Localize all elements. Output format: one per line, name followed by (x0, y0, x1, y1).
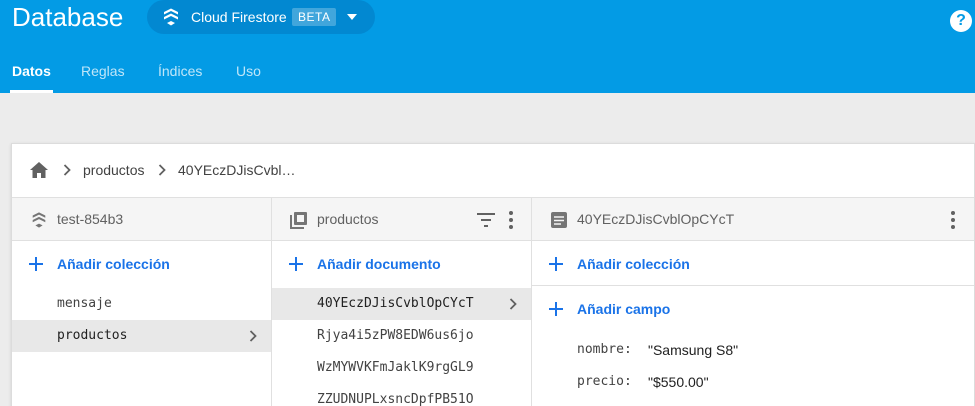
dropdown-arrow-icon[interactable] (347, 13, 357, 21)
add-collection-label: Añadir colección (577, 256, 690, 272)
add-field-label: Añadir campo (577, 301, 671, 317)
add-field-button[interactable]: Añadir campo (532, 287, 974, 331)
field-value: "$550.00" (648, 374, 709, 390)
more-vert-icon[interactable] (951, 211, 955, 229)
field-row-nombre[interactable]: nombre: "Samsung S8" (532, 334, 974, 366)
list-item-document[interactable]: ZZUDNUPLxsncDpfPB51O (272, 384, 531, 406)
collection-icon (290, 212, 307, 229)
app-header: Database Cloud Firestore BETA ? Datos Re… (0, 0, 975, 93)
field-key: precio: (577, 374, 632, 389)
document-column: 40YEczDJisCvblOpCYcT Añadir colección Añ… (532, 198, 974, 406)
plus-icon (29, 257, 43, 271)
filter-icon[interactable] (476, 212, 496, 228)
document-icon (551, 212, 567, 228)
chevron-right-icon (509, 298, 517, 310)
breadcrumb-item-document[interactable]: 40YEczDJisCvbl… (178, 144, 295, 196)
list-item-productos[interactable]: productos (12, 320, 271, 352)
chevron-right-icon (158, 164, 166, 176)
plus-icon (289, 257, 303, 271)
collection-name: productos (57, 328, 128, 343)
tab-reglas[interactable]: Reglas (81, 52, 125, 93)
document-id: ZZUDNUPLxsncDpfPB51O (317, 392, 474, 406)
field-value: "Samsung S8" (648, 342, 739, 358)
chevron-right-icon (249, 330, 257, 342)
help-icon[interactable]: ? (950, 10, 972, 32)
breadcrumb-item-productos[interactable]: productos (83, 144, 144, 196)
add-collection-button[interactable]: Añadir colección (532, 242, 974, 286)
plus-icon (549, 257, 563, 271)
list-item-mensaje[interactable]: mensaje (12, 288, 271, 320)
document-id: 40YEczDJisCvblOpCYcT (317, 296, 474, 311)
collection-column-header: productos (272, 198, 531, 241)
list-item-document[interactable]: WzMYWVKFmJaklK9rgGL9 (272, 352, 531, 384)
beta-badge: BETA (292, 8, 337, 26)
add-collection-label: Añadir colección (57, 256, 170, 272)
page-title: Database (12, 2, 124, 32)
product-name: Cloud Firestore (191, 9, 287, 25)
tab-indices[interactable]: Índices (158, 52, 202, 93)
document-id: Rjya4i5zPW8EDW6us6jo (317, 328, 474, 343)
document-id: 40YEczDJisCvblOpCYcT (577, 211, 735, 227)
collection-column: productos Añadir documento 40YEczDJisCvb… (272, 198, 532, 406)
collection-name: mensaje (57, 296, 112, 311)
list-item-document[interactable]: 40YEczDJisCvblOpCYcT (272, 288, 531, 320)
tab-uso[interactable]: Uso (236, 52, 261, 93)
field-row-precio[interactable]: precio: "$550.00" (532, 366, 974, 398)
root-column-header: test-854b3 (12, 198, 271, 241)
add-document-label: Añadir documento (317, 256, 441, 272)
add-document-button[interactable]: Añadir documento (272, 242, 531, 286)
home-icon[interactable] (28, 159, 50, 181)
chevron-right-icon (63, 164, 71, 176)
root-column: test-854b3 Añadir colección mensaje prod… (12, 198, 272, 406)
collection-name: productos (317, 211, 379, 227)
more-vert-icon[interactable] (509, 211, 513, 229)
firestore-icon (164, 8, 178, 26)
product-selector[interactable]: Cloud Firestore BETA (147, 0, 375, 34)
tab-datos[interactable]: Datos (10, 52, 53, 93)
add-collection-button[interactable]: Añadir colección (12, 242, 271, 286)
document-id: WzMYWVKFmJaklK9rgGL9 (317, 360, 474, 375)
plus-icon (549, 302, 563, 316)
field-key: nombre: (577, 342, 632, 357)
project-name: test-854b3 (57, 211, 124, 227)
document-column-header: 40YEczDJisCvblOpCYcT (532, 198, 974, 241)
firestore-icon (32, 212, 46, 228)
list-item-document[interactable]: Rjya4i5zPW8EDW6us6jo (272, 320, 531, 352)
breadcrumb: productos 40YEczDJisCvbl… (12, 144, 974, 198)
data-viewer-card: productos 40YEczDJisCvbl… test-854b3 Aña… (11, 143, 975, 406)
